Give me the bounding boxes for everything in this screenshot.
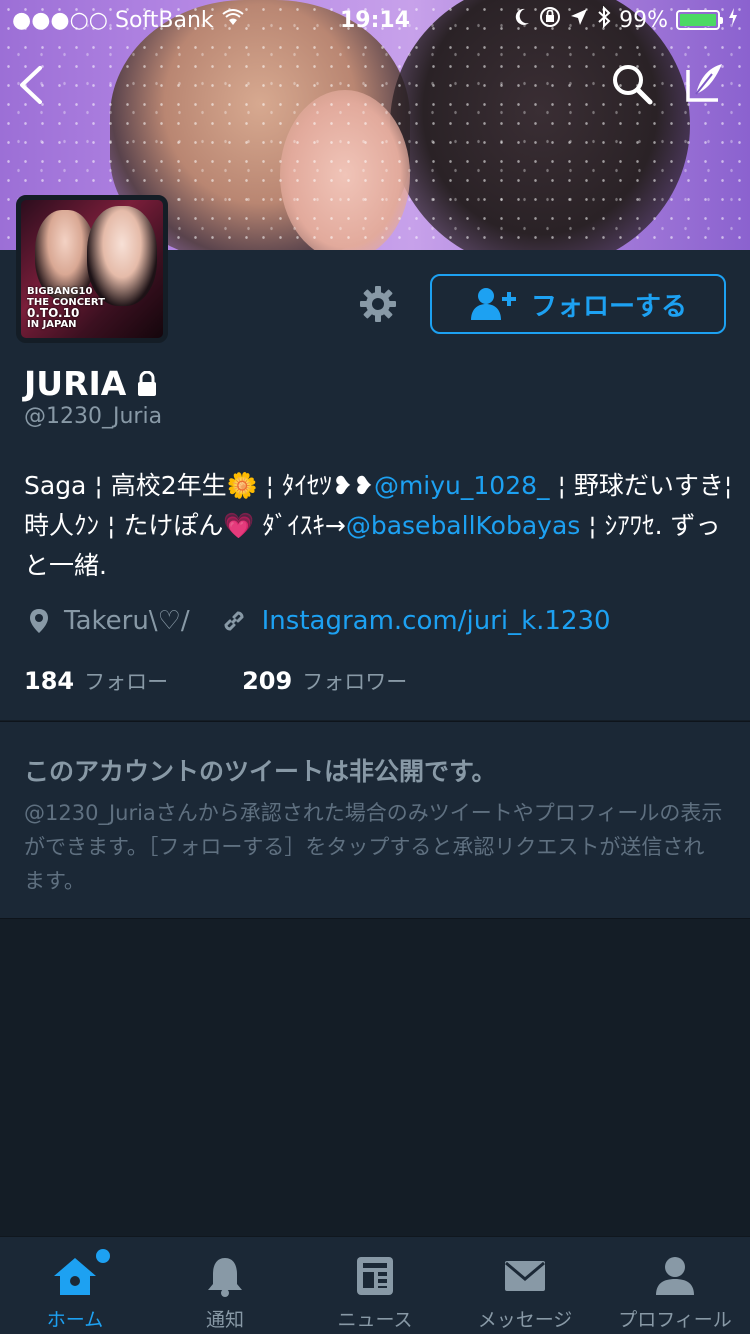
lock-icon — [138, 370, 157, 396]
envelope-icon — [505, 1261, 545, 1291]
carrier-label: ●●●○○ SoftBank — [12, 7, 214, 33]
following-label[interactable]: フォロー — [84, 666, 168, 696]
battery-icon — [676, 10, 723, 30]
person-icon — [656, 1257, 694, 1295]
tab-label: ニュース — [337, 1309, 413, 1331]
new-content-dot — [96, 1249, 110, 1263]
bottom-tab-bar: ホーム 通知 ニュース メッセージ プロフィール — [0, 1236, 750, 1334]
bio-mention-link[interactable]: @baseballKobayas — [346, 511, 580, 540]
tab-label: プロフィール — [618, 1309, 732, 1331]
rotation-lock-icon — [539, 6, 561, 34]
tab-label: 通知 — [205, 1309, 244, 1331]
followers-label[interactable]: フォロワー — [302, 666, 407, 696]
avatar-caption-line: BIGBANG10 — [27, 286, 93, 297]
status-bar: ●●●○○ SoftBank 19:14 99% — [0, 0, 750, 40]
profile-location: Takeru\♡/ — [64, 606, 190, 636]
search-button[interactable] — [608, 60, 656, 108]
moon-icon — [513, 7, 531, 33]
news-icon — [357, 1257, 393, 1295]
follow-button[interactable]: フォローする — [430, 274, 726, 334]
following-count[interactable]: 184 — [24, 667, 74, 695]
profile-avatar[interactable]: BIGBANG10 THE CONCERT 0.TO.10 IN JAPAN — [16, 195, 168, 343]
wifi-icon — [222, 8, 244, 33]
chevron-left-icon — [20, 66, 42, 104]
profile-website-link[interactable]: Instagram.com/juri_k.1230 — [262, 606, 611, 636]
follow-button-label: フォローする — [530, 291, 687, 322]
bluetooth-icon — [597, 5, 611, 34]
avatar-caption-line: IN JAPAN — [27, 319, 77, 330]
back-button[interactable] — [10, 60, 50, 110]
bell-icon — [208, 1258, 242, 1297]
profile-meta-row: Takeru\♡/ Instagram.com/juri_k.1230 — [28, 606, 611, 636]
compose-tweet-button[interactable] — [680, 58, 730, 108]
settings-button[interactable] — [356, 282, 400, 326]
protected-title: このアカウントのツイートは非公開です。 — [24, 757, 497, 786]
profile-bio: Saga ¦ 高校2年生🌼 ¦ ﾀｲｾﾂ❥❥@miyu_1028_ ¦ 野球だい… — [24, 466, 734, 586]
profile-name-row: JURIA — [24, 364, 158, 403]
search-icon — [613, 65, 653, 105]
follow-counts: 184 フォロー 209 フォロワー — [24, 666, 407, 696]
compose-quill-icon — [686, 64, 722, 102]
tab-profile[interactable]: プロフィール — [600, 1237, 750, 1334]
profile-handle: @1230_Juria — [24, 404, 163, 429]
tab-label: メッセージ — [477, 1309, 573, 1331]
gear-icon — [360, 286, 396, 322]
protected-account-notice: このアカウントのツイートは非公開です。 @1230_Juriaさんから承認された… — [0, 721, 750, 919]
home-icon — [54, 1258, 96, 1295]
bio-text: Saga ¦ 高校2年生🌼 ¦ ﾀｲｾﾂ❥❥ — [24, 471, 374, 500]
tab-label: ホーム — [46, 1309, 104, 1331]
tab-home[interactable]: ホーム — [0, 1237, 150, 1334]
avatar-caption: BIGBANG10 THE CONCERT 0.TO.10 IN JAPAN — [27, 286, 157, 330]
tab-messages[interactable]: メッセージ — [450, 1237, 600, 1334]
location-arrow-icon — [569, 7, 589, 33]
tab-news[interactable]: ニュース — [300, 1237, 450, 1334]
avatar-caption-line: 0.TO.10 — [27, 306, 80, 320]
charging-bolt-icon — [728, 7, 738, 33]
link-icon — [224, 611, 244, 631]
followers-count[interactable]: 209 — [242, 667, 292, 695]
protected-description: @1230_Juriaさんから承認された場合のみツイートやプロフィールの表示がで… — [24, 801, 723, 893]
battery-percent: 99% — [619, 7, 668, 33]
location-pin-icon — [30, 609, 48, 633]
profile-name: JURIA — [24, 364, 127, 403]
tab-notifications[interactable]: 通知 — [150, 1237, 300, 1334]
bio-mention-link[interactable]: @miyu_1028_ — [374, 471, 550, 500]
add-person-icon — [470, 288, 516, 320]
